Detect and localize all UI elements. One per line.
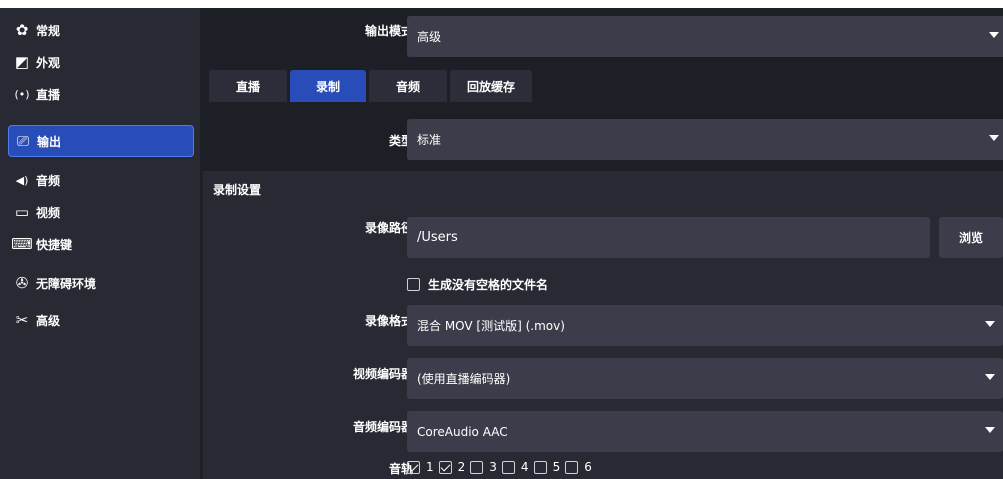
output-mode-label: 输出模式 <box>364 24 413 38</box>
audio-tracks: 1 2 3 4 5 6 <box>407 460 597 474</box>
track-1-checkbox[interactable] <box>407 460 420 474</box>
monitor-icon: ▭ <box>14 203 30 221</box>
chevron-down-icon <box>985 427 995 433</box>
recording-path-value: /Users <box>417 230 458 245</box>
recording-settings-section: 录制设置 录像路径 /Users 浏览 生成没有空格的文件名 录像格式 混合 M… <box>203 171 1003 479</box>
track-4-checkbox[interactable] <box>501 460 515 474</box>
keyboard-icon: ⌨ <box>11 235 33 253</box>
sidebar: ✿ 常规 ◩ 外观 (•) 直播 ⎚ 输出 ◀) 音频 ▭ 视频 ⌨ 快捷键 ✇ <box>0 8 200 479</box>
output-mode-select[interactable]: 高级 <box>407 16 1003 57</box>
track-number: 1 <box>426 460 434 474</box>
output-icon: ⎚ <box>16 132 29 150</box>
chevron-down-icon <box>989 135 999 141</box>
tab-bar: 直播 录制 音频 回放缓存 <box>209 70 535 102</box>
browse-button-label: 浏览 <box>958 231 983 245</box>
audio-encoder-select[interactable]: CoreAudio AAC <box>407 411 1003 452</box>
sidebar-item-output[interactable]: ⎚ 输出 <box>8 125 194 157</box>
sidebar-item-label: 输出 <box>37 134 62 149</box>
type-select[interactable]: 标准 <box>407 119 1003 160</box>
track-6-checkbox[interactable] <box>565 460 579 474</box>
tools-icon: ✂ <box>15 311 29 329</box>
no-space-filename-option[interactable]: 生成没有空格的文件名 <box>407 276 548 293</box>
sidebar-item-stream[interactable]: (•) 直播 <box>8 78 194 110</box>
sidebar-item-label: 快捷键 <box>36 237 73 252</box>
track-number: 4 <box>520 460 529 474</box>
chevron-down-icon <box>985 374 995 380</box>
antenna-icon: (•) <box>14 87 30 101</box>
track-number: 3 <box>489 460 497 474</box>
gear-icon: ✿ <box>15 21 29 39</box>
section-title: 录制设置 <box>213 183 262 197</box>
tab-replay-buffer[interactable]: 回放缓存 <box>450 70 532 102</box>
sidebar-item-label: 常规 <box>36 23 61 38</box>
appearance-icon: ◩ <box>14 53 30 71</box>
track-5-checkbox[interactable] <box>533 460 547 474</box>
browse-button[interactable]: 浏览 <box>939 217 1003 258</box>
track-3-checkbox[interactable] <box>470 460 484 474</box>
video-encoder-label: 视频编码器 <box>352 367 413 381</box>
output-settings-panel: 输出模式 高级 直播 录制 音频 回放缓存 类型 标准 录制设置 录像路径 /U… <box>203 8 1003 479</box>
accessibility-icon: ✇ <box>15 274 29 292</box>
sidebar-item-label: 音频 <box>36 173 61 188</box>
no-space-filename-label: 生成没有空格的文件名 <box>428 278 549 292</box>
tab-audio[interactable]: 音频 <box>369 70 447 102</box>
recording-format-label: 录像格式 <box>364 314 413 328</box>
speaker-icon: ◀) <box>15 173 29 187</box>
sidebar-item-general[interactable]: ✿ 常规 <box>8 14 194 46</box>
tab-label: 直播 <box>235 79 260 94</box>
chevron-down-icon <box>985 321 995 327</box>
sidebar-item-label: 无障碍环境 <box>36 276 97 291</box>
tab-recording[interactable]: 录制 <box>290 70 366 102</box>
audio-encoder-value: CoreAudio AAC <box>417 424 508 439</box>
recording-path-label: 录像路径 <box>364 221 413 235</box>
sidebar-item-label: 直播 <box>36 87 61 102</box>
recording-format-value: 混合 MOV [测试版] (.mov) <box>417 319 565 333</box>
sidebar-item-video[interactable]: ▭ 视频 <box>8 196 194 228</box>
tab-label: 录制 <box>315 79 340 94</box>
sidebar-item-accessibility[interactable]: ✇ 无障碍环境 <box>8 267 194 299</box>
tab-stream[interactable]: 直播 <box>209 70 287 102</box>
tab-label: 音频 <box>395 79 420 94</box>
recording-format-select[interactable]: 混合 MOV [测试版] (.mov) <box>407 305 1003 346</box>
track-number: 5 <box>552 460 561 474</box>
track-number: 2 <box>457 460 466 474</box>
track-number: 6 <box>584 460 592 474</box>
sidebar-item-hotkeys[interactable]: ⌨ 快捷键 <box>8 228 194 260</box>
no-space-filename-checkbox[interactable] <box>407 278 420 291</box>
recording-path-input[interactable]: /Users <box>407 217 930 258</box>
sidebar-item-appearance[interactable]: ◩ 外观 <box>8 46 194 78</box>
sidebar-item-label: 高级 <box>36 313 61 328</box>
sidebar-item-label: 视频 <box>36 205 61 220</box>
tab-label: 回放缓存 <box>466 79 515 94</box>
video-encoder-select[interactable]: (使用直播编码器) <box>407 358 1003 399</box>
sidebar-item-label: 外观 <box>36 55 61 70</box>
sidebar-item-audio[interactable]: ◀) 音频 <box>8 164 194 196</box>
audio-encoder-label: 音频编码器 <box>352 420 413 434</box>
settings-window: ✿ 常规 ◩ 外观 (•) 直播 ⎚ 输出 ◀) 音频 ▭ 视频 ⌨ 快捷键 ✇ <box>0 8 1003 479</box>
chevron-down-icon <box>989 32 999 38</box>
sidebar-item-advanced[interactable]: ✂ 高级 <box>8 304 194 336</box>
video-encoder-value: (使用直播编码器) <box>417 372 511 386</box>
type-value: 标准 <box>417 133 442 147</box>
output-mode-value: 高级 <box>417 30 442 44</box>
track-2-checkbox[interactable] <box>438 460 452 474</box>
